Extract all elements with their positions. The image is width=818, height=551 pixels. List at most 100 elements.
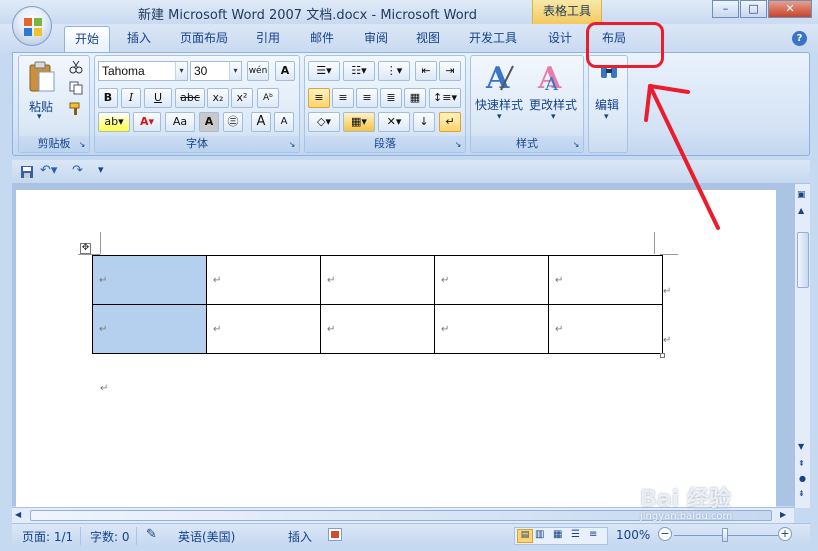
- align-center-icon[interactable]: ≡: [332, 88, 354, 108]
- quick-styles-arrow-icon[interactable]: ▾: [497, 112, 502, 122]
- tab-mailings[interactable]: 邮件: [302, 26, 342, 52]
- tab-developer[interactable]: 开发工具: [460, 26, 526, 52]
- table-cell[interactable]: ↵: [320, 304, 435, 354]
- paragraph-launcher-icon[interactable]: ↘: [453, 140, 463, 150]
- customize-qat-icon[interactable]: ▾: [98, 163, 104, 176]
- align-right-icon[interactable]: ≡: [356, 88, 378, 108]
- language-indicator[interactable]: 英语(美国): [178, 528, 235, 545]
- macro-record-icon[interactable]: [328, 528, 342, 541]
- ruler-toggle-icon[interactable]: ▣: [797, 190, 806, 200]
- table-cell[interactable]: ↵: [434, 304, 549, 354]
- web-layout-icon[interactable]: ▦: [553, 529, 562, 540]
- tab-table-design[interactable]: 设计: [540, 26, 580, 52]
- paste-dropdown-arrow-icon[interactable]: ▾: [37, 112, 42, 122]
- tab-page-layout[interactable]: 页面布局: [172, 26, 236, 52]
- zoom-level[interactable]: 100%: [616, 528, 650, 542]
- table-cell[interactable]: ↵: [320, 255, 435, 305]
- horizontal-scrollbar[interactable]: ◀ ▶: [12, 507, 794, 523]
- phonetic-guide-icon[interactable]: wén: [247, 61, 269, 81]
- font-name-select[interactable]: Tahoma ▾: [98, 61, 188, 81]
- table-cell[interactable]: ↵: [434, 255, 549, 305]
- font-size-select[interactable]: 30 ▾: [190, 61, 242, 81]
- table-cell[interactable]: ↵: [206, 304, 321, 354]
- proofing-icon[interactable]: ✎: [146, 527, 157, 542]
- align-left-icon[interactable]: ≡: [308, 88, 330, 108]
- copy-icon[interactable]: [69, 81, 83, 95]
- justify-icon[interactable]: ≣: [380, 88, 402, 108]
- maximize-button[interactable]: □: [740, 0, 767, 18]
- strikethrough-button[interactable]: abc: [175, 88, 205, 108]
- font-size-dropdown-icon[interactable]: ▾: [229, 62, 241, 80]
- close-button[interactable]: ✕: [768, 0, 812, 18]
- decrease-indent-icon[interactable]: ⇤: [415, 61, 437, 81]
- subscript-button[interactable]: x₂: [207, 88, 229, 108]
- tab-view[interactable]: 视图: [408, 26, 448, 52]
- minimize-button[interactable]: –: [712, 0, 739, 18]
- character-border-icon[interactable]: A: [275, 61, 295, 81]
- change-styles-icon[interactable]: A A: [535, 60, 569, 94]
- italic-button[interactable]: I: [121, 88, 141, 108]
- next-page-icon[interactable]: ⇟: [798, 489, 805, 498]
- distributed-icon[interactable]: ▦: [404, 88, 426, 108]
- numbering-icon[interactable]: ☷▾: [343, 61, 375, 81]
- shading-icon[interactable]: ◇▾: [308, 112, 340, 132]
- cut-icon[interactable]: [69, 60, 83, 74]
- table-cell[interactable]: ↵: [548, 255, 663, 305]
- shrink-font-button[interactable]: A: [274, 112, 294, 132]
- table-cell[interactable]: ↵: [206, 255, 321, 305]
- table-cell[interactable]: ↵: [92, 304, 207, 354]
- horizontal-scroll-thumb[interactable]: [30, 510, 772, 521]
- table-resize-handle[interactable]: [660, 353, 665, 358]
- help-icon[interactable]: ?: [792, 31, 807, 46]
- change-styles-button[interactable]: 更改样式: [529, 96, 577, 113]
- tab-insert[interactable]: 插入: [118, 26, 160, 52]
- increase-indent-icon[interactable]: ⇥: [439, 61, 461, 81]
- page-count[interactable]: 页面: 1/1: [22, 528, 73, 545]
- table-cell[interactable]: ↵: [92, 255, 207, 305]
- multilevel-list-icon[interactable]: ⋮▾: [378, 61, 410, 81]
- tab-home[interactable]: 开始: [64, 26, 110, 52]
- bullets-icon[interactable]: ☰▾: [308, 61, 340, 81]
- line-spacing-icon[interactable]: ↕≡▾: [429, 88, 461, 108]
- clipboard-launcher-icon[interactable]: ↘: [77, 140, 87, 150]
- outline-view-icon[interactable]: ☰: [571, 529, 580, 540]
- full-screen-reading-icon[interactable]: ▥: [535, 529, 544, 540]
- save-icon[interactable]: [20, 165, 34, 179]
- insert-mode-indicator[interactable]: 插入: [288, 528, 312, 545]
- styles-launcher-icon[interactable]: ↘: [571, 140, 581, 150]
- chinese-layout-icon[interactable]: ✕▾: [378, 112, 410, 132]
- undo-icon[interactable]: ↶▾: [40, 163, 57, 178]
- quick-styles-button[interactable]: 快速样式: [475, 96, 523, 113]
- scroll-right-icon[interactable]: ▶: [780, 510, 786, 519]
- scroll-left-icon[interactable]: ◀: [15, 510, 21, 519]
- grow-font-button[interactable]: A: [251, 112, 271, 132]
- print-layout-icon[interactable]: ▤: [517, 529, 533, 543]
- change-styles-arrow-icon[interactable]: ▾: [551, 112, 556, 122]
- vertical-scroll-thumb[interactable]: [797, 232, 809, 288]
- redo-icon[interactable]: ↷: [72, 163, 83, 178]
- sort-icon[interactable]: ↓: [413, 112, 435, 132]
- document-table[interactable]: ↵ ↵ ↵ ↵ ↵ ↵ ↵ ↵ ↵ ↵: [92, 255, 663, 354]
- format-painter-icon[interactable]: [69, 102, 83, 116]
- draft-view-icon[interactable]: ≡: [589, 529, 597, 540]
- select-browse-object-icon[interactable]: ●: [799, 474, 806, 483]
- zoom-out-button[interactable]: −: [658, 527, 672, 541]
- word-count[interactable]: 字数: 0: [90, 528, 130, 545]
- paste-icon[interactable]: [27, 60, 57, 94]
- highlight-color-icon[interactable]: ab▾: [98, 112, 130, 132]
- show-marks-icon[interactable]: ↵: [439, 112, 461, 132]
- quick-styles-icon[interactable]: A: [483, 60, 517, 94]
- zoom-slider-thumb[interactable]: [722, 528, 728, 542]
- font-name-dropdown-icon[interactable]: ▾: [175, 62, 187, 80]
- scroll-up-icon[interactable]: ▲: [798, 206, 804, 215]
- vertical-scrollbar[interactable]: ▣ ▲ ▼ ⇞ ● ⇟: [794, 184, 810, 508]
- bold-button[interactable]: B: [98, 88, 118, 108]
- font-color-icon[interactable]: A▾: [133, 112, 161, 132]
- scroll-down-icon[interactable]: ▼: [798, 442, 804, 451]
- clear-formatting-icon[interactable]: Aᵇ: [257, 88, 279, 108]
- tab-review[interactable]: 审阅: [356, 26, 396, 52]
- table-cell[interactable]: ↵: [548, 304, 663, 354]
- tab-references[interactable]: 引用: [248, 26, 288, 52]
- zoom-in-button[interactable]: +: [778, 527, 792, 541]
- character-shading-icon[interactable]: A: [199, 112, 219, 132]
